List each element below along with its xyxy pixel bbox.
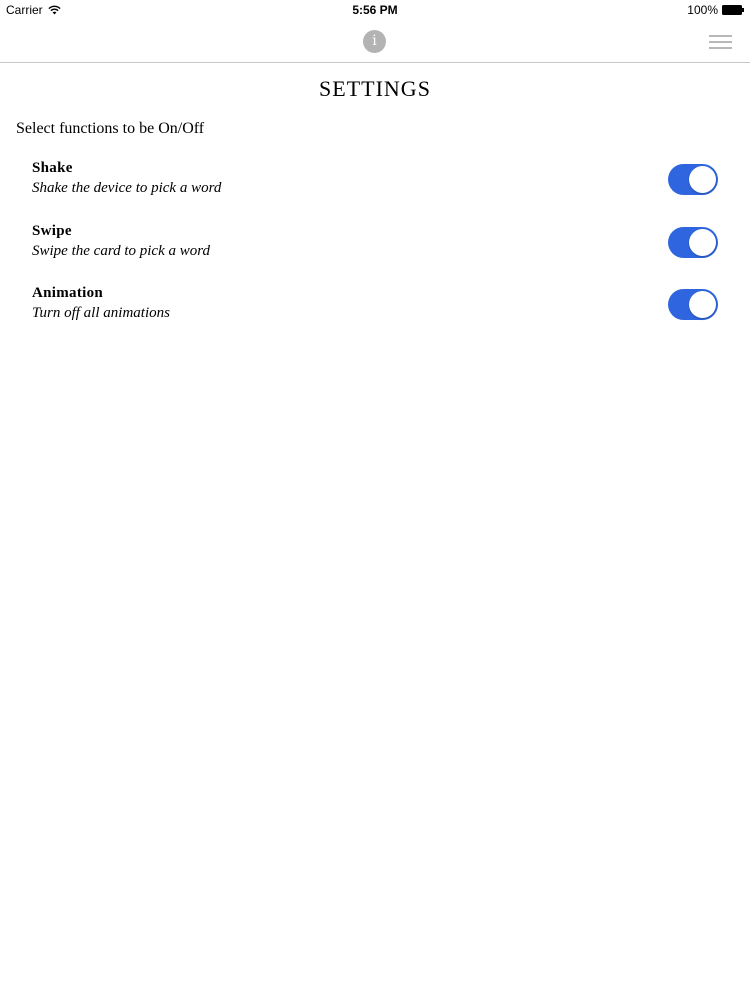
animation-toggle[interactable] (668, 289, 718, 320)
toggle-knob (689, 291, 716, 318)
setting-row-swipe: Swipe Swipe the card to pick a word (32, 223, 722, 273)
battery-percentage: 100% (687, 3, 718, 17)
setting-name: Swipe (32, 223, 72, 239)
setting-row-shake: Shake Shake the device to pick a word (32, 160, 722, 210)
setting-name: Shake (32, 160, 73, 176)
info-icon[interactable]: i (363, 30, 386, 53)
setting-name: Animation (32, 285, 104, 301)
battery-icon (722, 5, 744, 15)
shake-toggle[interactable] (668, 164, 718, 195)
settings-subtitle: Select functions to be On/Off (16, 120, 205, 137)
status-bar: Carrier 5:56 PM 100% (0, 0, 750, 22)
battery-indicator: 100% (687, 3, 744, 17)
toggle-knob (689, 229, 716, 256)
setting-description: Turn off all animations (32, 305, 170, 321)
setting-row-animation: Animation Turn off all animations (32, 285, 722, 335)
hamburger-menu-icon[interactable] (709, 35, 732, 49)
swipe-toggle[interactable] (668, 227, 718, 258)
setting-description: Swipe the card to pick a word (32, 243, 211, 259)
navigation-bar: i (0, 22, 750, 63)
toggle-knob (689, 166, 716, 193)
clock: 5:56 PM (352, 3, 398, 17)
page-title: SETTINGS (319, 76, 431, 101)
setting-description: Shake the device to pick a word (32, 180, 222, 196)
